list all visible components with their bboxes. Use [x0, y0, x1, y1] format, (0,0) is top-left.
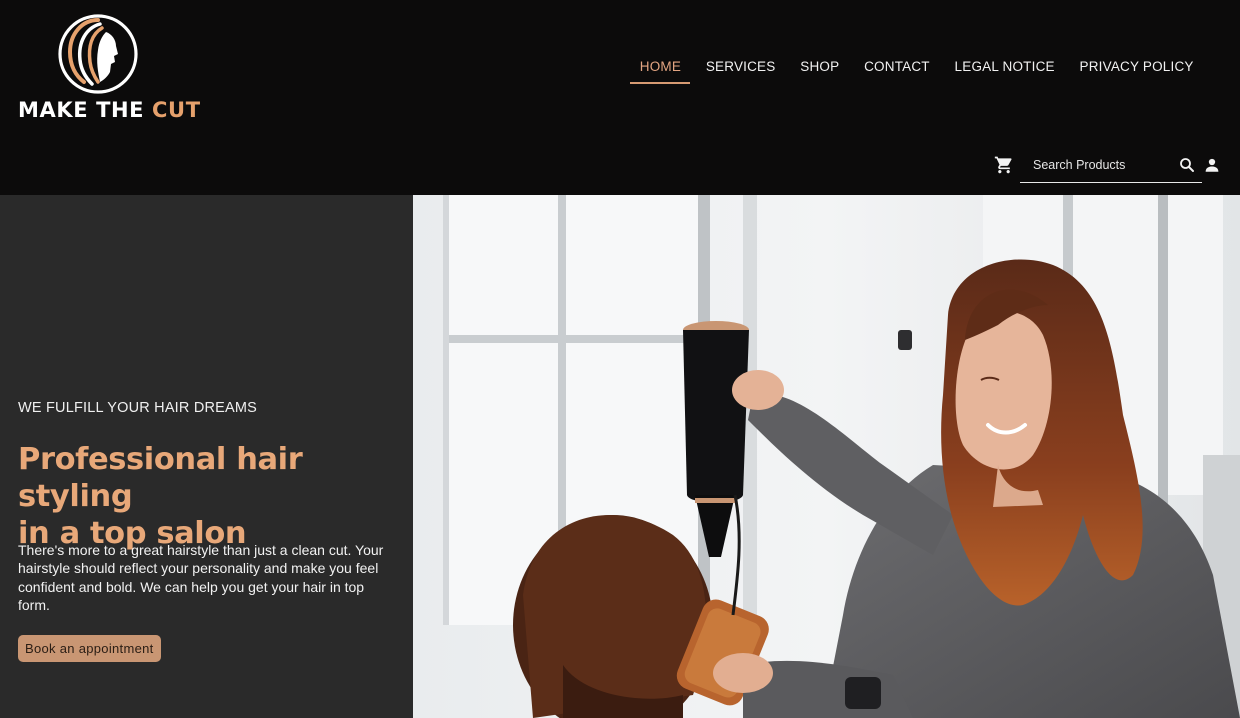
search-input[interactable] [1020, 152, 1170, 178]
nav-item-privacy-policy[interactable]: PRIVACY POLICY [1067, 57, 1206, 84]
cart-icon[interactable] [994, 155, 1014, 175]
hero-eyebrow: WE FULFILL YOUR HAIR DREAMS [18, 400, 258, 416]
brand-name-part2: CUT [152, 98, 201, 122]
product-search [1020, 148, 1202, 183]
search-icon[interactable] [1178, 156, 1196, 174]
user-icon[interactable] [1203, 156, 1221, 174]
nav-item-contact[interactable]: CONTACT [852, 57, 942, 84]
hero-headline-line1: Professional hair styling [18, 442, 303, 514]
site-header: MAKE THE CUT HOME SERVICES SHOP CONTACT … [0, 0, 1240, 195]
salon-scene-illustration [413, 195, 1240, 718]
main-nav: HOME SERVICES SHOP CONTACT LEGAL NOTICE … [627, 57, 1206, 84]
brand-wordmark: MAKE THE CUT [18, 98, 201, 122]
hero-text-panel: WE FULFILL YOUR HAIR DREAMS Professional… [0, 195, 413, 718]
book-appointment-button[interactable]: Book an appointment [18, 635, 161, 662]
nav-item-services[interactable]: SERVICES [693, 57, 787, 84]
nav-item-shop[interactable]: SHOP [788, 57, 852, 84]
nav-item-home[interactable]: HOME [627, 57, 693, 84]
brand-logo[interactable]: MAKE THE CUT [14, 10, 200, 128]
hero-headline: Professional hair styling in a top salon [18, 441, 408, 552]
nav-item-legal-notice[interactable]: LEGAL NOTICE [942, 57, 1067, 84]
woman-profile-logo-icon [58, 14, 138, 94]
hero-body-text: There's more to a great hairstyle than j… [18, 542, 384, 613]
brand-name-part1: MAKE THE [18, 98, 145, 122]
hero-photo-hairstylist [413, 195, 1240, 718]
